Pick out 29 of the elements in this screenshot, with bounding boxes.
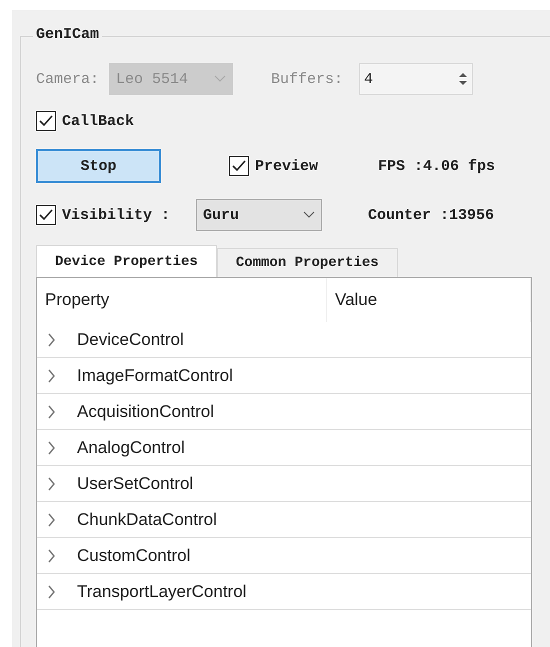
chevron-right-icon[interactable] [47,404,57,418]
fps-readout: FPS :4.06 fps [378,158,496,174]
checkmark-icon [231,159,247,173]
chevron-right-icon[interactable] [47,584,57,598]
chevron-right-icon[interactable] [47,476,57,490]
visibility-checkbox[interactable]: Visibility : [36,205,170,225]
buffers-spinbox[interactable]: 4 [359,63,474,95]
chevron-right-icon[interactable] [47,332,57,346]
chevron-right-icon[interactable] [47,548,57,562]
chevron-down-icon [214,75,226,83]
spin-arrows-icon[interactable] [458,71,468,87]
chevron-right-icon[interactable] [47,368,57,382]
checkbox[interactable] [229,156,249,176]
tab[interactable]: Device Properties [36,245,217,277]
tab[interactable]: Common Properties [216,248,398,277]
camera-label: Camera: [36,70,100,88]
checkmark-icon [38,114,54,128]
chevron-right-icon[interactable] [47,512,57,526]
callback-checkbox[interactable]: CallBack [36,111,134,131]
checkmark-icon [38,208,54,222]
visibility-dropdown[interactable]: Guru [196,199,322,231]
checkbox[interactable] [36,205,56,225]
counter-readout: Counter :13956 [368,206,494,224]
checkbox[interactable] [36,111,56,131]
chevron-down-icon [303,211,316,219]
chevron-right-icon[interactable] [47,440,57,454]
stop-button[interactable]: Stop [36,149,161,183]
preview-checkbox[interactable]: Preview [229,156,318,176]
buffers-label: Buffers: [271,70,344,88]
